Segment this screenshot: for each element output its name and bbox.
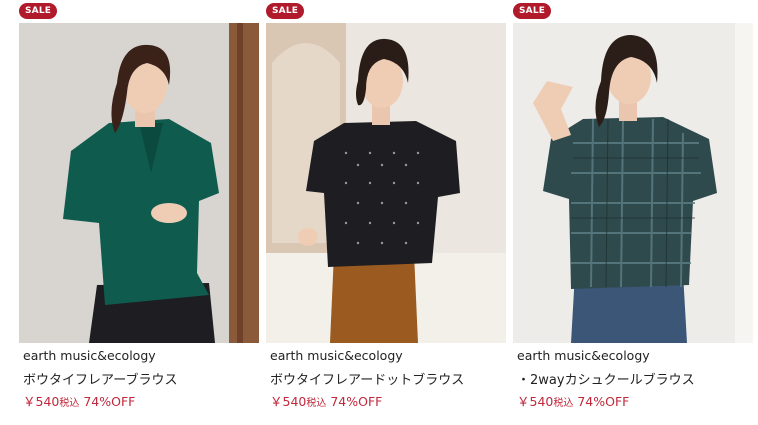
sale-badge: SALE xyxy=(19,3,58,19)
tax-label: 税込 xyxy=(553,398,574,409)
product-photo-illustration xyxy=(513,23,753,343)
sale-badge: SALE xyxy=(266,3,305,19)
brand-name: earth music&ecology xyxy=(270,348,403,363)
product-image[interactable] xyxy=(19,23,259,343)
price-line: ￥540税込 74%OFF xyxy=(23,391,135,410)
product-grid: SALE earth music&ecology ボウタイフレアーブラウス ￥5… xyxy=(0,0,758,425)
product-image[interactable] xyxy=(513,23,753,343)
price: ￥540 xyxy=(517,394,554,409)
product-card[interactable]: SALE earth music&ecology ボウタイフレアーブラウス ￥5… xyxy=(19,0,259,425)
discount: 74%OFF xyxy=(330,394,383,409)
price-line: ￥540税込 74%OFF xyxy=(517,391,629,410)
product-name[interactable]: ・2wayカシュクールブラウス xyxy=(517,369,695,388)
product-photo-illustration xyxy=(19,23,259,343)
product-image[interactable] xyxy=(266,23,506,343)
product-name[interactable]: ボウタイフレアードットブラウス xyxy=(270,369,464,388)
product-card[interactable]: SALE xyxy=(266,0,506,425)
product-name[interactable]: ボウタイフレアーブラウス xyxy=(23,369,177,388)
price: ￥540 xyxy=(270,394,307,409)
price: ￥540 xyxy=(23,394,60,409)
price-line: ￥540税込 74%OFF xyxy=(270,391,382,410)
discount: 74%OFF xyxy=(83,394,136,409)
brand-name: earth music&ecology xyxy=(23,348,156,363)
tax-label: 税込 xyxy=(306,398,327,409)
tax-label: 税込 xyxy=(59,398,80,409)
product-photo-illustration xyxy=(266,23,506,343)
product-card[interactable]: SALE xyxy=(513,0,753,425)
brand-name: earth music&ecology xyxy=(517,348,650,363)
sale-badge: SALE xyxy=(513,3,552,19)
discount: 74%OFF xyxy=(577,394,630,409)
